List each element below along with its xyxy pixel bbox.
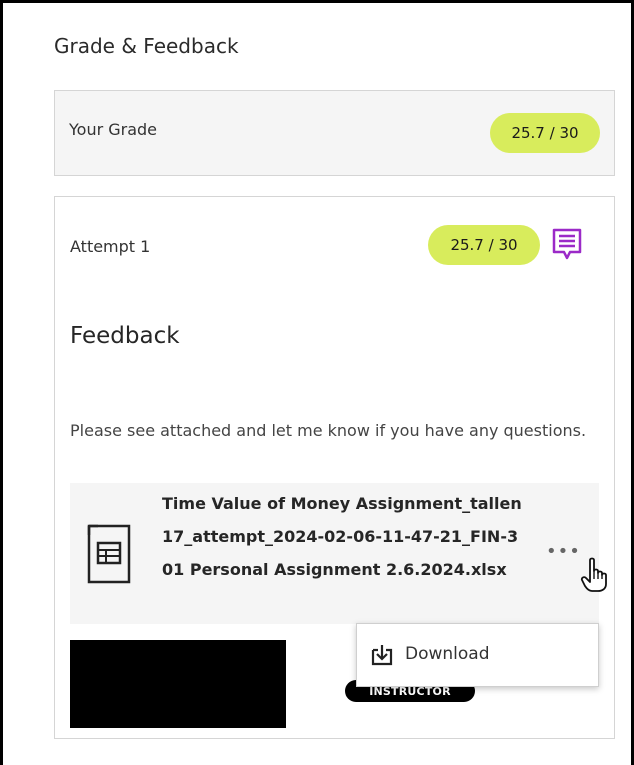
your-grade-card: Your Grade 25.7 / 30 (54, 90, 615, 176)
panel-title: Grade & Feedback (54, 34, 239, 58)
feedback-panel: Grade & Feedback Your Grade 25.7 / 30 At… (0, 0, 634, 765)
redacted-avatar (70, 640, 286, 728)
attempt-grade-badge: 25.7 / 30 (428, 225, 540, 265)
feedback-text: Please see attached and let me know if y… (70, 421, 587, 440)
more-options-button[interactable]: ••• (546, 543, 580, 561)
feedback-comment-icon[interactable] (550, 227, 584, 263)
spreadsheet-file-icon (87, 524, 131, 584)
hand-pointer-icon (580, 557, 607, 592)
attachment-filename[interactable]: Time Value of Money Assignment_tallen17_… (162, 487, 522, 586)
your-grade-label: Your Grade (69, 120, 158, 139)
feedback-heading: Feedback (70, 323, 180, 349)
attempt-card: Attempt 1 25.7 / 30 Feedback Please see … (54, 196, 615, 739)
attachment-card[interactable]: Time Value of Money Assignment_tallen17_… (70, 483, 607, 624)
attachment-context-menu: Download (356, 623, 599, 687)
attempt-label[interactable]: Attempt 1 (70, 237, 150, 256)
download-label: Download (405, 644, 490, 664)
your-grade-badge: 25.7 / 30 (490, 113, 600, 153)
download-menu-item[interactable]: Download (357, 624, 598, 686)
download-icon (371, 645, 393, 666)
